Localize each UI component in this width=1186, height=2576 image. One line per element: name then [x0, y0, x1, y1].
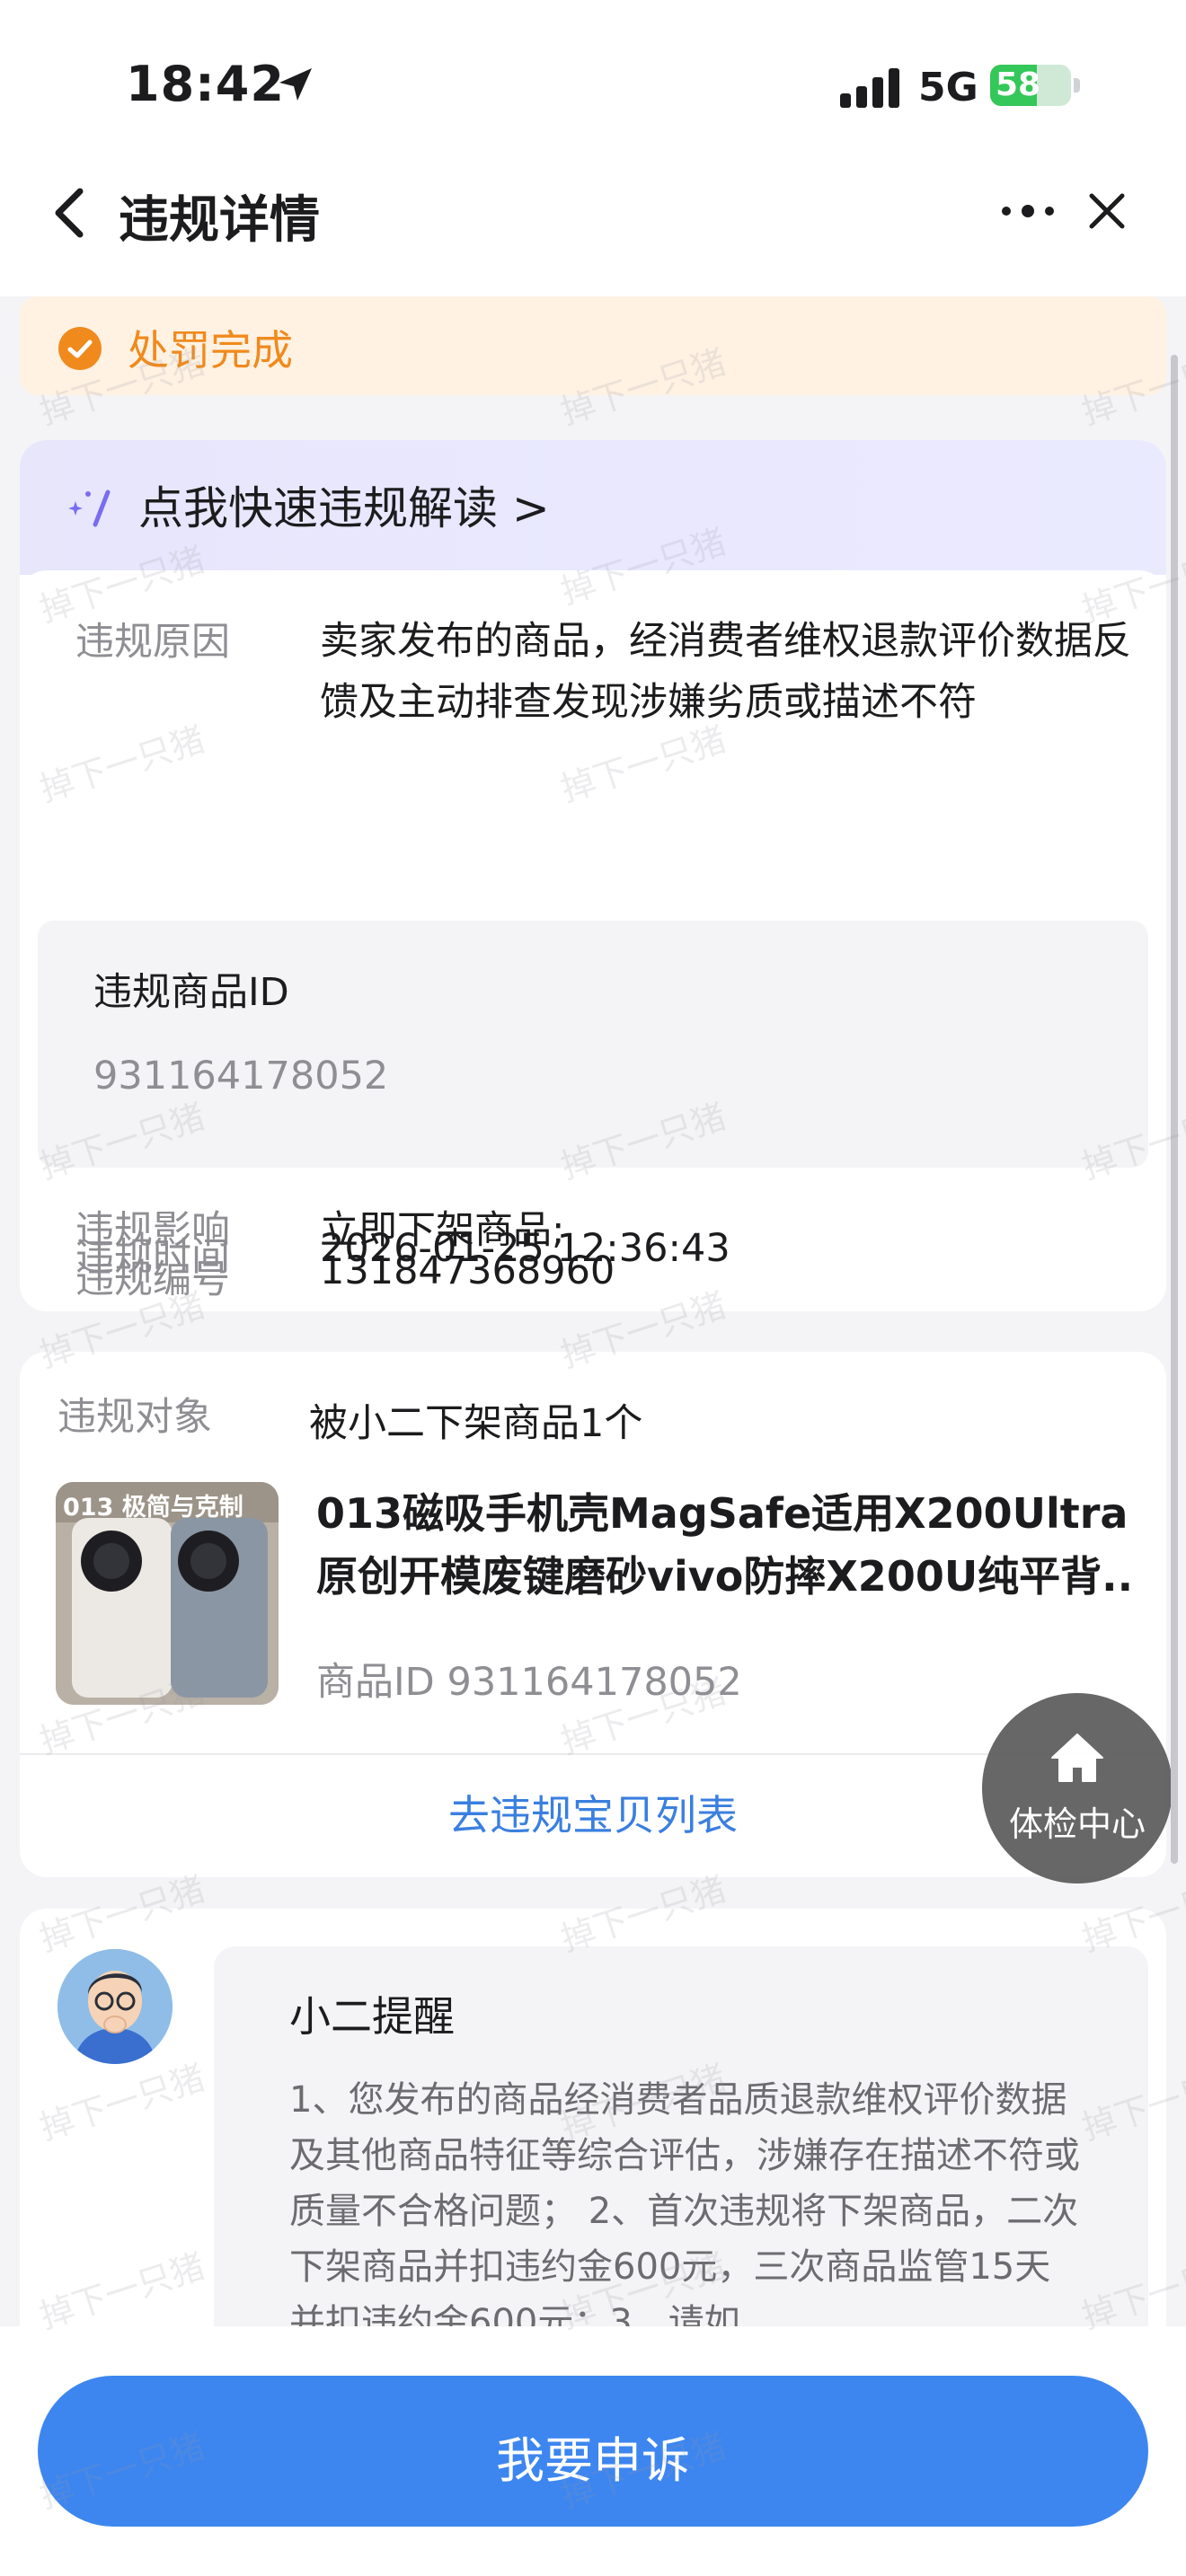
- home-icon: [1051, 1734, 1103, 1782]
- quick-interpretation-label: 点我快速违规解读 >: [138, 482, 550, 534]
- avatar: [58, 1949, 173, 2064]
- page: 18:42 5G 58 违规详情 处罚完成 点我快速违规解读 > 违规原因 卖家…: [0, 0, 1186, 2576]
- violation-reason-card: 点我快速违规解读 > 违规原因 卖家发布的商品，经消费者维权退款评价数据反馈及主…: [20, 440, 1166, 1311]
- status-banner-text: 处罚完成: [128, 326, 293, 375]
- violation-product-id-value: 931164178052: [93, 1054, 389, 1098]
- bottom-bar: 我要申诉: [0, 2326, 1186, 2576]
- object-summary: 被小二下架商品1个: [309, 1401, 643, 1446]
- reminder-title: 小二提醒: [289, 1992, 455, 2041]
- network-type: 5G: [918, 65, 978, 110]
- reason-body: 违规原因 卖家发布的商品，经消费者维权退款评价数据反馈及主动排查发现涉嫌劣质或描…: [20, 570, 1166, 1311]
- product-thumbnail[interactable]: 013 极简与克制: [56, 1482, 279, 1705]
- violation-time-label: 违规时间: [75, 1235, 230, 1280]
- violation-time-value: 2026-01-25 12:36:43: [320, 1226, 730, 1271]
- appeal-button-label: 我要申诉: [496, 2432, 690, 2489]
- health-center-label: 体检中心: [1008, 1804, 1146, 1844]
- more-icon[interactable]: [997, 198, 1062, 225]
- status-time: 18:42: [126, 56, 285, 112]
- close-icon[interactable]: [1084, 189, 1129, 234]
- thumbnail-tag: 013 极简与克制: [63, 1494, 243, 1522]
- check-circle-icon: [58, 327, 102, 370]
- location-arrow-icon: [279, 68, 312, 101]
- status-bar: 18:42 5G 58: [0, 0, 1186, 162]
- violation-product-id-block: 违规商品ID 931164178052: [38, 921, 1148, 1168]
- product-id: 商品ID 931164178052: [316, 1660, 742, 1705]
- reason-label: 违规原因: [75, 620, 230, 665]
- battery-icon: 58: [990, 65, 1080, 106]
- battery-level: 58: [996, 66, 1041, 103]
- sparkle-icon: [68, 490, 111, 527]
- scrollbar[interactable]: [1171, 355, 1178, 1864]
- back-chevron-icon[interactable]: [49, 186, 89, 240]
- appeal-button[interactable]: 我要申诉: [38, 2376, 1148, 2527]
- status-banner: 处罚完成: [20, 296, 1166, 395]
- quick-interpretation-link[interactable]: 点我快速违规解读 >: [20, 440, 1166, 575]
- violation-product-id-label: 违规商品ID: [93, 970, 289, 1015]
- page-title: 违规详情: [119, 191, 320, 250]
- product-title[interactable]: 013磁吸手机壳MagSafe适用X200Ultra原创开模废键磨砂vivo防摔…: [316, 1482, 1152, 1608]
- nav-bar: 违规详情: [0, 162, 1186, 296]
- reason-text: 卖家发布的商品，经消费者维权退款评价数据反馈及主动排查发现涉嫌劣质或描述不符: [320, 619, 1131, 725]
- object-label: 违规对象: [58, 1395, 212, 1440]
- health-center-button[interactable]: 体检中心: [982, 1693, 1173, 1883]
- reminder-body: 1、您发布的商品经消费者品质退款维权评价数据及其他商品特征等综合评估，涉嫌存在描…: [289, 2079, 1080, 2343]
- signal-icon: [840, 68, 899, 108]
